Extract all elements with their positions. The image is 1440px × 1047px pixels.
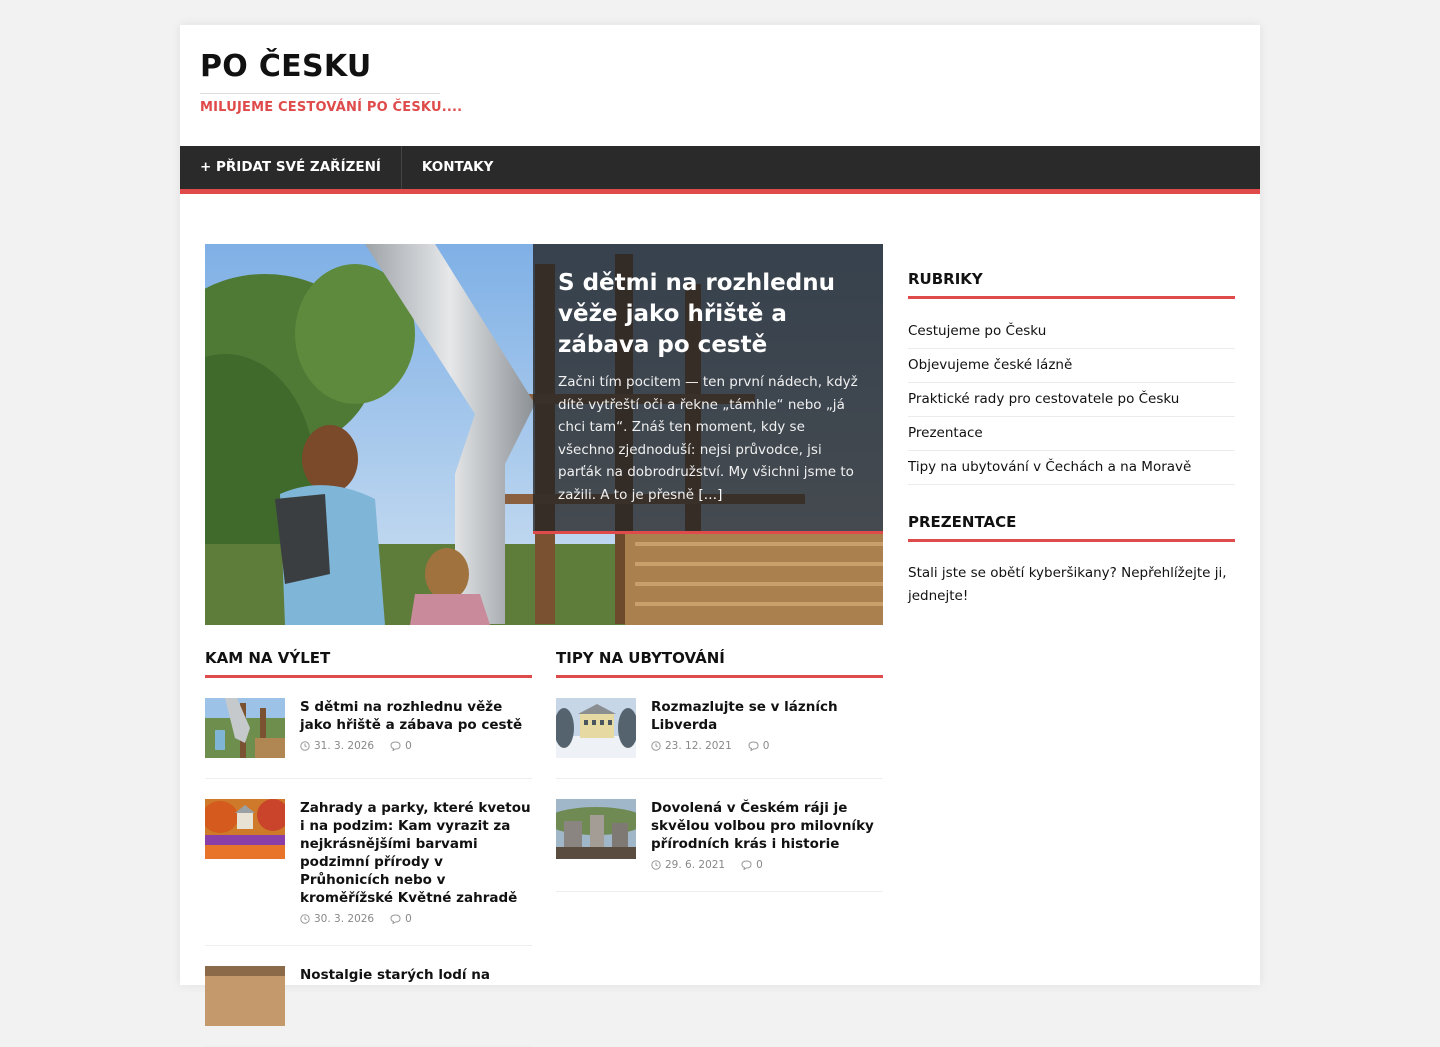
widget-title: PREZENTACE [908, 513, 1235, 542]
post-body: Dovolená v Českém ráji je skvělou volbou… [651, 799, 883, 871]
post-thumbnail[interactable] [556, 799, 636, 859]
post-title[interactable]: Zahrady a parky, které kvetou i na podzi… [300, 799, 532, 907]
comment-count[interactable]: 0 [763, 740, 770, 752]
post-meta: 23. 12. 2021 0 [651, 740, 883, 752]
widget-title: RUBRIKY [908, 270, 1235, 299]
list-item: Zahrady a parky, které kvetou i na podzi… [205, 779, 532, 946]
list-item: Nostalgie starých lodí na [205, 946, 532, 1047]
clock-icon [651, 741, 661, 751]
post-body: Zahrady a parky, které kvetou i na podzi… [300, 799, 532, 925]
post-body: Rozmazlujte se v lázních Libverda 23. 12… [651, 698, 883, 758]
post-title[interactable]: Rozmazlujte se v lázních Libverda [651, 698, 883, 734]
widget-prezentace: PREZENTACE Stali jste se obětí kyberšika… [908, 513, 1235, 608]
post-thumbnail[interactable] [205, 698, 285, 758]
read-more-link[interactable]: […] [698, 487, 722, 503]
clock-icon [651, 860, 661, 870]
section-title[interactable]: TIPY NA UBYTOVÁNÍ [556, 649, 883, 678]
comment-icon [390, 741, 401, 751]
featured-excerpt-text: Začni tím pocitem — ten první nádech, kd… [558, 374, 858, 503]
list-item: Dovolená v Českém ráji je skvělou volbou… [556, 779, 883, 892]
nav-item-contacts[interactable]: KONTAKY [402, 146, 513, 189]
list-item: S dětmi na rozhlednu věže jako hřiště a … [205, 678, 532, 779]
comment-count[interactable]: 0 [405, 740, 412, 752]
site-header: PO ČESKU MILUJEME CESTOVÁNÍ PO ČESKU.... [180, 25, 1260, 146]
section-title[interactable]: KAM NA VÝLET [205, 649, 532, 678]
main-content: S dětmi na rozhlednu věže jako hřiště a … [205, 244, 883, 1047]
comment-icon [748, 741, 759, 751]
comment-icon [741, 860, 752, 870]
post-meta: 29. 6. 2021 0 [651, 859, 883, 871]
category-item[interactable]: Cestujeme po Česku [908, 315, 1235, 349]
post-date: 30. 3. 2026 [314, 913, 375, 925]
post-title[interactable]: Dovolená v Českém ráji je skvělou volbou… [651, 799, 883, 853]
post-thumbnail[interactable] [205, 966, 285, 1026]
nav-item-add-facility[interactable]: + PŘIDAT SVÉ ZAŘÍZENÍ [180, 146, 402, 189]
site-title[interactable]: PO ČESKU [200, 47, 372, 87]
site-description-wrap: MILUJEME CESTOVÁNÍ PO ČESKU.... [200, 93, 463, 115]
post-thumbnail[interactable] [205, 799, 285, 859]
clock-icon [300, 914, 310, 924]
main-nav: + PŘIDAT SVÉ ZAŘÍZENÍ KONTAKY [180, 146, 1260, 194]
clock-icon [300, 741, 310, 751]
featured-overlay: S dětmi na rozhlednu věže jako hřiště a … [533, 244, 883, 534]
category-item[interactable]: Praktické rady pro cestovatele po Česku [908, 383, 1235, 417]
list-item: Rozmazlujte se v lázních Libverda 23. 12… [556, 678, 883, 779]
post-date: 31. 3. 2026 [314, 740, 375, 752]
section-kam-na-vylet: KAM NA VÝLET S dětmi na rozhlednu věže j… [205, 649, 532, 1047]
comment-count[interactable]: 0 [756, 859, 763, 871]
sidebar: RUBRIKY Cestujeme po Česku Objevujeme če… [908, 270, 1235, 636]
post-title[interactable]: S dětmi na rozhlednu věže jako hřiště a … [300, 698, 532, 734]
comment-count[interactable]: 0 [405, 913, 412, 925]
post-thumbnail[interactable] [556, 698, 636, 758]
featured-post[interactable]: S dětmi na rozhlednu věže jako hřiště a … [205, 244, 883, 625]
section-columns: KAM NA VÝLET S dětmi na rozhlednu věže j… [205, 649, 883, 1047]
widget-categories: RUBRIKY Cestujeme po Česku Objevujeme če… [908, 270, 1235, 485]
prezentace-link[interactable]: Stali jste se obětí kyberšikany? Nepřehl… [908, 562, 1235, 608]
post-meta: 31. 3. 2026 0 [300, 740, 532, 752]
page-container: PO ČESKU MILUJEME CESTOVÁNÍ PO ČESKU....… [180, 25, 1260, 1047]
post-body: Nostalgie starých lodí na [300, 966, 532, 1026]
featured-excerpt: Začni tím pocitem — ten první nádech, kd… [558, 371, 858, 506]
post-meta: 30. 3. 2026 0 [300, 913, 532, 925]
section-tipy-na-ubytovani: TIPY NA UBYTOVÁNÍ Rozmazlujte se v lázní… [556, 649, 883, 1047]
category-item[interactable]: Tipy na ubytování v Čechách a na Moravě [908, 451, 1235, 485]
category-item[interactable]: Prezentace [908, 417, 1235, 451]
post-body: S dětmi na rozhlednu věže jako hřiště a … [300, 698, 532, 758]
site-description: MILUJEME CESTOVÁNÍ PO ČESKU.... [200, 100, 463, 115]
post-title[interactable]: Nostalgie starých lodí na [300, 966, 532, 984]
comment-icon [390, 914, 401, 924]
category-list: Cestujeme po Česku Objevujeme české lázn… [908, 315, 1235, 485]
featured-title[interactable]: S dětmi na rozhlednu věže jako hřiště a … [558, 268, 858, 361]
category-item[interactable]: Objevujeme české lázně [908, 349, 1235, 383]
post-date: 29. 6. 2021 [665, 859, 726, 871]
post-date: 23. 12. 2021 [665, 740, 732, 752]
